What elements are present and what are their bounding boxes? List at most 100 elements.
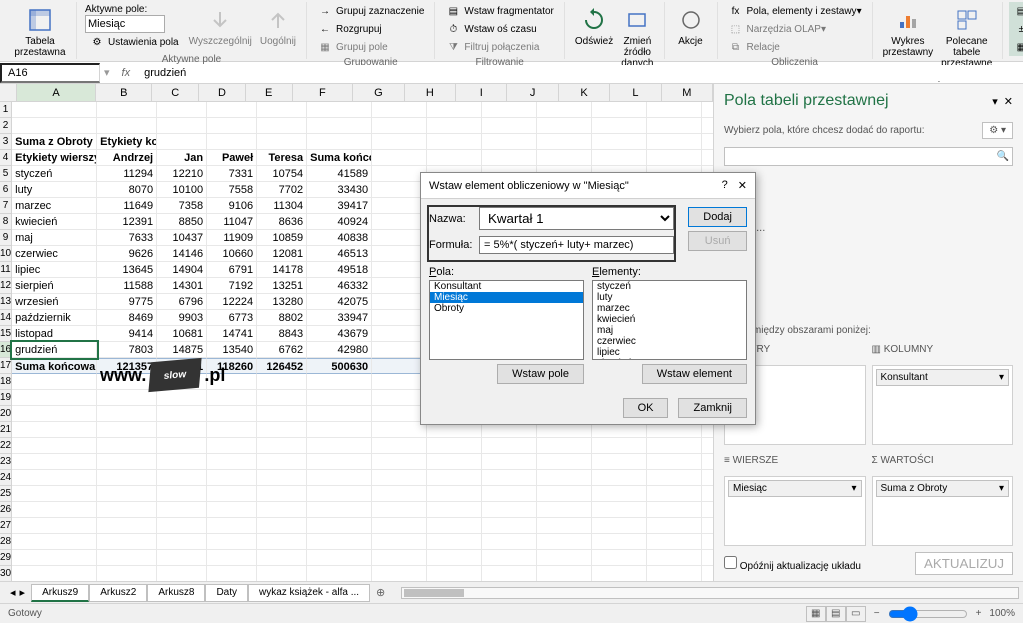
cell[interactable] (207, 102, 257, 118)
cell[interactable]: 8469 (97, 310, 157, 326)
list-item[interactable]: Miesiąc (430, 292, 583, 303)
cell[interactable] (372, 278, 427, 294)
cell[interactable] (257, 134, 307, 150)
cell[interactable] (702, 518, 713, 534)
row-header[interactable]: 8 (0, 214, 12, 230)
cell[interactable]: 12391 (97, 214, 157, 230)
cell[interactable] (537, 550, 592, 566)
cell[interactable] (702, 118, 713, 134)
pivot-field-item[interactable]: ultant (724, 172, 1013, 188)
cell[interactable] (307, 422, 372, 438)
cell[interactable]: 7331 (207, 166, 257, 182)
recommended-button[interactable]: Polecane tabele przestawne (937, 2, 996, 71)
cell[interactable]: 14904 (157, 262, 207, 278)
fields-items-button[interactable]: fxPola, elementy i zestawy ▾ (724, 2, 866, 20)
cell[interactable] (307, 486, 372, 502)
cell[interactable] (647, 534, 702, 550)
row-header[interactable]: 16 (0, 342, 12, 358)
cell[interactable]: 8843 (257, 326, 307, 342)
cell[interactable] (592, 550, 647, 566)
cell[interactable] (257, 406, 307, 422)
cell[interactable]: 12210 (157, 166, 207, 182)
cell[interactable]: 46332 (307, 278, 372, 294)
cell[interactable] (427, 518, 482, 534)
cell[interactable] (12, 118, 97, 134)
cell[interactable] (537, 486, 592, 502)
cell[interactable] (372, 326, 427, 342)
cell[interactable] (307, 374, 372, 390)
cell[interactable] (307, 406, 372, 422)
cell[interactable] (702, 102, 713, 118)
cell[interactable] (307, 534, 372, 550)
cell[interactable] (482, 470, 537, 486)
cell[interactable] (427, 118, 482, 134)
column-header-M[interactable]: M (662, 84, 713, 101)
pane-settings-button[interactable]: ⚙ ▾ (982, 122, 1013, 139)
cell[interactable] (307, 518, 372, 534)
column-header-H[interactable]: H (405, 84, 456, 101)
row-header[interactable]: 17 (0, 358, 12, 374)
cell[interactable] (12, 102, 97, 118)
cell[interactable] (207, 422, 257, 438)
cell[interactable] (97, 550, 157, 566)
column-field-item[interactable]: Konsultant▾ (876, 369, 1010, 386)
update-button[interactable]: AKTUALIZUJ (915, 552, 1013, 575)
cell[interactable] (257, 470, 307, 486)
row-header[interactable]: 5 (0, 166, 12, 182)
cell[interactable] (702, 454, 713, 470)
sheet-tab[interactable]: Arkusz8 (147, 584, 205, 602)
cell[interactable]: 8850 (157, 214, 207, 230)
cell[interactable]: 500630 (307, 358, 372, 374)
cell[interactable] (207, 502, 257, 518)
cell[interactable] (12, 422, 97, 438)
defer-checkbox-label[interactable]: Opóźnij aktualizację układu (724, 556, 861, 572)
cell[interactable] (482, 534, 537, 550)
cell[interactable]: 40838 (307, 230, 372, 246)
cell[interactable] (157, 406, 207, 422)
cell[interactable] (157, 118, 207, 134)
cell[interactable] (157, 134, 207, 150)
cell[interactable]: 42980 (307, 342, 372, 358)
cell[interactable] (702, 150, 713, 166)
cell[interactable]: Suma końcowa (307, 150, 372, 166)
row-header[interactable]: 12 (0, 278, 12, 294)
list-item[interactable]: Konsultant (430, 281, 583, 292)
drill-down-button[interactable]: Wyszczególnij (185, 2, 256, 49)
cell[interactable] (537, 454, 592, 470)
cell[interactable] (207, 566, 257, 581)
name-select[interactable]: Kwartał 1 (479, 207, 674, 230)
list-item[interactable]: czerwiec (593, 336, 746, 347)
cell[interactable] (372, 438, 427, 454)
cell[interactable] (257, 534, 307, 550)
column-header-K[interactable]: K (559, 84, 610, 101)
cell[interactable] (97, 118, 157, 134)
cell[interactable]: Etykiety kolumn▾ (97, 134, 157, 150)
cell[interactable]: 14741 (207, 326, 257, 342)
cell[interactable] (12, 534, 97, 550)
row-header[interactable]: 9 (0, 230, 12, 246)
row-header[interactable]: 22 (0, 438, 12, 454)
cell[interactable]: 13645 (97, 262, 157, 278)
cell[interactable] (592, 486, 647, 502)
column-header-D[interactable]: D (199, 84, 246, 101)
cell[interactable] (537, 566, 592, 581)
cell[interactable] (647, 518, 702, 534)
row-header[interactable]: 4 (0, 150, 12, 166)
insert-field-button[interactable]: Wstaw pole (497, 364, 584, 384)
cell[interactable] (207, 454, 257, 470)
cell[interactable]: 8636 (257, 214, 307, 230)
cell[interactable] (592, 566, 647, 581)
cell[interactable] (537, 118, 592, 134)
cell[interactable] (12, 438, 97, 454)
cell[interactable] (702, 502, 713, 518)
cell[interactable]: Teresa (257, 150, 307, 166)
cell[interactable]: grudzień (12, 342, 97, 358)
cell[interactable]: 8802 (257, 310, 307, 326)
cell[interactable]: 9626 (97, 246, 157, 262)
cell[interactable] (12, 406, 97, 422)
values-zone[interactable]: Suma z Obroty▾ (872, 476, 1014, 546)
filter-connections-button[interactable]: ⧩Filtruj połączenia (441, 38, 557, 56)
zoom-in-button[interactable]: + (976, 608, 982, 619)
cell[interactable] (207, 534, 257, 550)
cell[interactable] (307, 502, 372, 518)
